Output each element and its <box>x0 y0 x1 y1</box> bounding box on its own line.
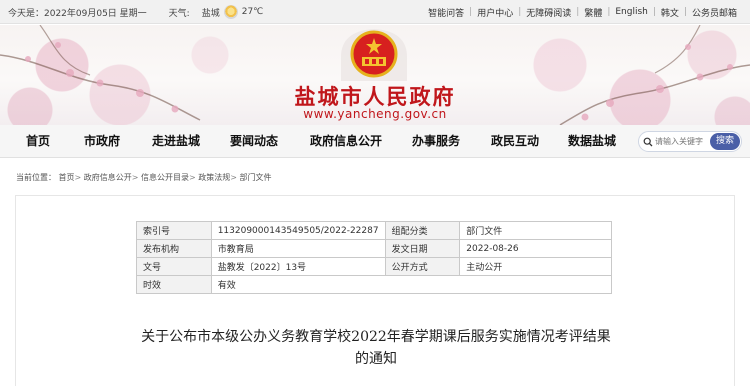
meta-value: 市教育局 <box>210 239 386 258</box>
breadcrumb-prefix: 当前位置： <box>16 173 56 182</box>
nav-about-yancheng[interactable]: 走进盐城 <box>152 125 200 158</box>
breadcrumb-department-docs[interactable]: 部门文件 <box>240 173 272 182</box>
utility-links: 智能问答 | 用户中心 | 无障碍阅读 | 繁體 | English | 韩文 | 公务员邮… <box>423 0 742 24</box>
link-smart-qa[interactable]: 智能问答 <box>423 6 469 19</box>
breadcrumb-info-catalog[interactable]: 信息公开目录 <box>141 173 189 182</box>
table-row: 索引号 113209000143549505/2022-22287 组配分类 部… <box>136 221 612 240</box>
date-text: 今天是：2022年09月05日 星期一 <box>8 8 147 19</box>
weather-city: 盐城 <box>201 8 220 19</box>
meta-value: 主动公开 <box>459 257 612 276</box>
nav-interaction[interactable]: 政民互动 <box>491 125 539 158</box>
nav-gov-info-disclosure[interactable]: 政府信息公开 <box>310 125 382 158</box>
meta-value: 盐教发〔2022〕13号 <box>210 257 386 276</box>
meta-value: 113209000143549505/2022-22287 <box>210 221 386 240</box>
site-banner: 盐城市人民政府 www.yancheng.gov.cn <box>0 25 750 125</box>
table-row: 时效 有效 <box>136 275 613 294</box>
main-nav: 首页 市政府 走进盐城 要闻动态 政府信息公开 办事服务 政民互动 数据盐城 搜… <box>0 125 750 158</box>
content-card: 索引号 113209000143549505/2022-22287 组配分类 部… <box>15 195 735 386</box>
meta-label: 发文日期 <box>384 239 461 258</box>
breadcrumb-info-disclosure[interactable]: 政府信息公开 <box>84 173 132 182</box>
weather-sun-icon <box>223 5 238 19</box>
meta-label: 发布机构 <box>136 239 212 258</box>
nav-data-yancheng[interactable]: 数据盐城 <box>568 125 616 158</box>
breadcrumb-home[interactable]: 首页 <box>59 173 75 182</box>
document-meta-table: 索引号 113209000143549505/2022-22287 组配分类 部… <box>136 221 613 294</box>
nav-city-government[interactable]: 市政府 <box>84 125 120 158</box>
weather-temperature: 27℃ <box>241 7 264 17</box>
meta-value: 有效 <box>210 275 613 294</box>
meta-value: 部门文件 <box>459 221 612 240</box>
national-emblem-icon <box>341 29 407 81</box>
weather-label: 天气: <box>168 8 190 19</box>
meta-label: 组配分类 <box>384 221 461 240</box>
meta-label: 文号 <box>136 257 212 276</box>
date-weather: 今天是：2022年09月05日 星期一 天气: 盐城 27℃ <box>8 0 263 24</box>
breadcrumb: 当前位置： 首页> 政府信息公开> 信息公开目录> 政策法规> 部门文件 <box>16 173 272 182</box>
breadcrumb-policies[interactable]: 政策法规 <box>198 173 230 182</box>
link-traditional-chinese[interactable]: 繁體 <box>579 6 607 19</box>
site-url: www.yancheng.gov.cn <box>303 107 447 121</box>
meta-label: 时效 <box>136 275 212 294</box>
table-row: 文号 盐教发〔2022〕13号 公开方式 主动公开 <box>136 257 612 276</box>
link-civil-servant-mail[interactable]: 公务员邮箱 <box>687 6 742 19</box>
meta-label: 索引号 <box>136 221 212 240</box>
search-icon <box>643 137 653 147</box>
meta-label: 公开方式 <box>384 257 461 276</box>
link-english[interactable]: English <box>610 7 653 17</box>
link-korean[interactable]: 韩文 <box>656 6 684 19</box>
top-utility-bar: 今天是：2022年09月05日 星期一 天气: 盐城 27℃ 智能问答 | 用户中… <box>0 0 750 24</box>
nav-services[interactable]: 办事服务 <box>412 125 460 158</box>
search-button[interactable]: 搜索 <box>710 133 740 150</box>
nav-home[interactable]: 首页 <box>26 125 50 158</box>
link-user-center[interactable]: 用户中心 <box>472 6 518 19</box>
nav-news[interactable]: 要闻动态 <box>230 125 278 158</box>
link-accessibility[interactable]: 无障碍阅读 <box>521 6 576 19</box>
search-box: 搜索 <box>638 131 742 152</box>
table-row: 发布机构 市教育局 发文日期 2022-08-26 <box>136 239 612 258</box>
search-input[interactable] <box>655 134 711 149</box>
document-title: 关于公布市本级公办义务教育学校2022年春学期课后服务实施情况考评结果的通知 <box>141 329 611 367</box>
meta-value: 2022-08-26 <box>459 239 612 258</box>
